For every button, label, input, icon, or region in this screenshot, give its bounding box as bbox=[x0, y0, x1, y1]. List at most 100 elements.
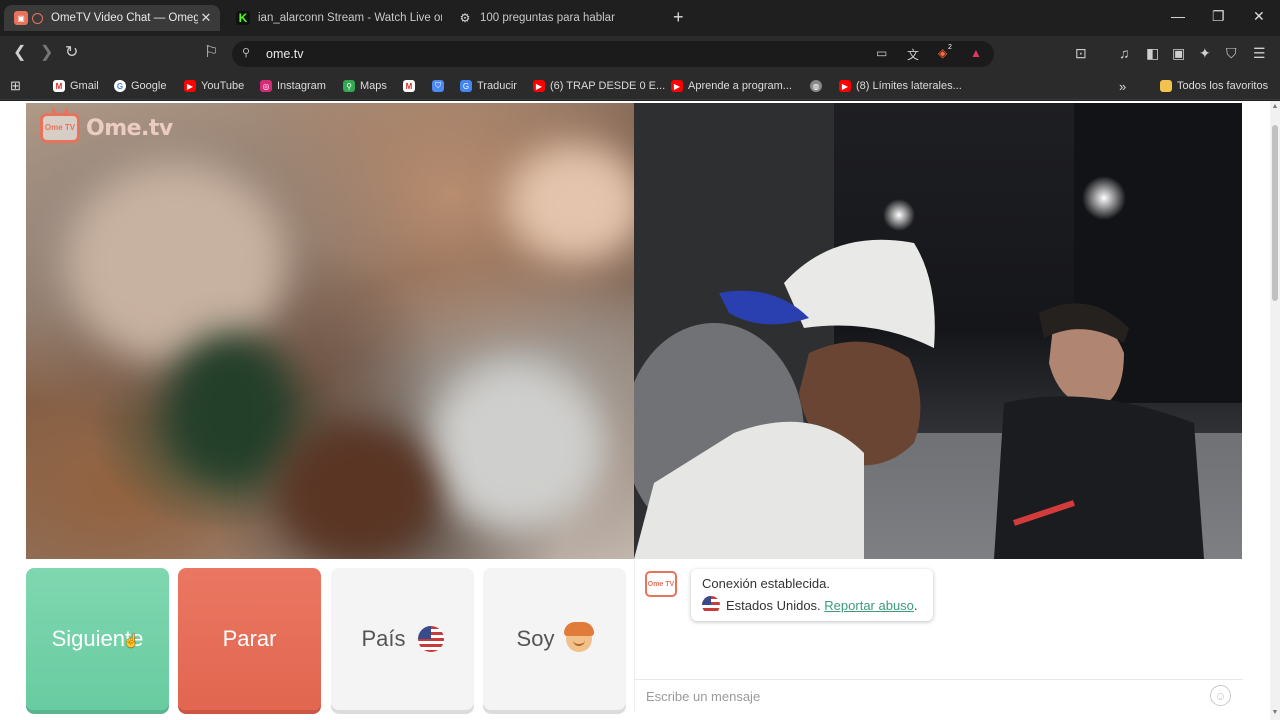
system-message: Conexión establecida. Estados Unidos. Re… bbox=[691, 569, 933, 621]
back-icon[interactable]: ❮ bbox=[13, 44, 26, 62]
page-scrollbar[interactable]: ▲ ▼ bbox=[1270, 101, 1280, 720]
tab-ometv[interactable]: ▣ OmeTV Video Chat — Omegl ✕ bbox=[4, 5, 220, 31]
cast-icon[interactable]: ▭ bbox=[876, 46, 887, 60]
kick-favicon: K bbox=[236, 11, 250, 25]
all-bookmarks[interactable]: Todos los favoritos bbox=[1160, 79, 1268, 93]
sidebar-icon[interactable]: ◧ bbox=[1146, 45, 1159, 62]
youtube-icon: ▶ bbox=[533, 80, 545, 92]
url-text[interactable]: ome.tv bbox=[266, 47, 304, 61]
shield-icon: ⛉ bbox=[432, 80, 444, 92]
browser-toolbar: ❮ ❯ ↻ ⚐ ⚲ ome.tv ▭ 文 ◈ 2 ▲ ⊡ ♫ ◧ ▣ ✦ ⛉ ☰ bbox=[0, 36, 1280, 72]
translate-icon[interactable]: 文 bbox=[907, 46, 919, 63]
ometv-favicon: ▣ bbox=[14, 11, 28, 25]
bookmark-gmail-2[interactable]: M bbox=[403, 79, 420, 93]
minimize-button[interactable]: — bbox=[1171, 8, 1185, 24]
light-glow bbox=[1082, 176, 1126, 220]
menu-icon[interactable]: ☰ bbox=[1253, 45, 1266, 62]
translate-icon: G bbox=[460, 80, 472, 92]
new-tab-button[interactable]: + bbox=[673, 8, 684, 26]
gender-label: Soy bbox=[516, 626, 555, 651]
reload-icon[interactable]: ↻ bbox=[65, 44, 78, 62]
ometv-chat-icon: Ome TV bbox=[645, 571, 677, 597]
tab-strip: ▣ OmeTV Video Chat — Omegl ✕ K ian_alarc… bbox=[0, 0, 1280, 36]
tab-kick-stream[interactable]: K ian_alarconn Stream - Watch Live on bbox=[226, 5, 442, 31]
site-settings-icon[interactable]: ⚲ bbox=[242, 46, 250, 59]
globe-icon: ◍ bbox=[810, 80, 822, 92]
remote-video bbox=[634, 103, 1242, 559]
scroll-down-icon[interactable]: ▼ bbox=[1271, 709, 1279, 716]
bookmark-maps[interactable]: ⚲ Maps bbox=[343, 79, 387, 93]
bookmark-limites[interactable]: ▶ (8) Límites laterales... bbox=[839, 79, 962, 93]
gmail-icon: M bbox=[403, 80, 415, 92]
tab-preguntas[interactable]: ⚙ 100 preguntas para hablar bbox=[448, 5, 664, 31]
bookmark-trap[interactable]: ▶ (6) TRAP DESDE 0 E... bbox=[533, 79, 665, 93]
next-button[interactable]: Siguiente bbox=[26, 568, 169, 710]
youtube-icon: ▶ bbox=[839, 80, 851, 92]
close-window-button[interactable]: ✕ bbox=[1253, 8, 1265, 25]
gender-select-button[interactable]: Soy bbox=[483, 568, 626, 710]
chatgpt-favicon: ⚙ bbox=[459, 11, 471, 25]
connection-status: Conexión establecida. bbox=[702, 576, 830, 591]
bookmark-instagram[interactable]: ◎ Instagram bbox=[260, 79, 326, 93]
local-video: Ome TV Ome.tv bbox=[26, 103, 634, 559]
shields-badge: 2 bbox=[948, 44, 952, 51]
light-glow bbox=[883, 199, 915, 231]
report-suffix: . bbox=[913, 597, 918, 613]
us-flag-icon bbox=[702, 596, 720, 614]
remote-video-frame bbox=[634, 103, 1242, 559]
mouse-pointer-icon: ☝ bbox=[123, 633, 140, 648]
blur-region bbox=[506, 143, 634, 263]
bookmark-shield[interactable]: ⛉ bbox=[432, 79, 449, 93]
apps-icon[interactable]: ⊞ bbox=[10, 78, 21, 93]
folder-icon bbox=[1160, 80, 1172, 92]
gmail-icon: M bbox=[53, 80, 65, 92]
bookmark-globe[interactable]: ◍ bbox=[810, 79, 827, 93]
bookmark-icon[interactable]: ⚐ bbox=[204, 44, 218, 62]
message-input[interactable]: Escribe un mensaje ☺ bbox=[635, 679, 1243, 711]
scroll-thumb[interactable] bbox=[1272, 125, 1278, 301]
brave-shields-icon[interactable]: ◈ bbox=[938, 46, 947, 60]
bookmark-google[interactable]: G Google bbox=[114, 79, 166, 93]
screenshot-icon[interactable]: ⊡ bbox=[1075, 45, 1087, 62]
us-flag-icon bbox=[417, 626, 444, 652]
logo-text: Ome.tv bbox=[86, 115, 173, 141]
emoji-icon[interactable]: ☺ bbox=[1210, 685, 1231, 706]
leo-ai-icon[interactable]: ✦ bbox=[1199, 45, 1211, 62]
stop-button[interactable]: Parar bbox=[178, 568, 321, 710]
youtube-icon: ▶ bbox=[671, 80, 683, 92]
bookmark-gmail[interactable]: M Gmail bbox=[53, 79, 99, 93]
blur-region bbox=[276, 423, 436, 559]
restore-button[interactable]: ❐ bbox=[1212, 8, 1225, 25]
close-tab-icon[interactable]: ✕ bbox=[198, 10, 214, 26]
bookmark-aprende[interactable]: ▶ Aprende a program... bbox=[671, 79, 792, 93]
bookmark-youtube[interactable]: ▶ YouTube bbox=[184, 79, 244, 93]
blur-region bbox=[66, 163, 286, 363]
tab-title: 100 preguntas para hablar bbox=[480, 12, 615, 24]
person-right-body bbox=[994, 396, 1204, 559]
ometv-logo[interactable]: Ome TV Ome.tv bbox=[40, 113, 173, 143]
country-filter-button[interactable]: País bbox=[331, 568, 474, 710]
bookmarks-overflow-button[interactable]: » bbox=[1119, 79, 1126, 94]
instagram-icon: ◎ bbox=[260, 80, 272, 92]
bookmark-traducir[interactable]: G Traducir bbox=[460, 79, 517, 93]
bookmarks-bar: ⊞ M Gmail G Google ▶ YouTube ◎ Instagram ⚲ Ma… bbox=[0, 72, 1280, 100]
vpn-icon[interactable]: ⛉ bbox=[1226, 45, 1237, 62]
tab-title: ian_alarconn Stream - Watch Live on bbox=[258, 12, 442, 24]
stop-label: Parar bbox=[222, 626, 277, 651]
country-label: País bbox=[361, 626, 406, 651]
blur-region bbox=[426, 363, 606, 533]
blur-region bbox=[166, 333, 296, 483]
brave-rewards-icon[interactable]: ▲ bbox=[970, 46, 982, 60]
stranger-country: Estados Unidos. bbox=[726, 597, 821, 613]
address-bar[interactable]: ⚲ ome.tv ▭ 文 ◈ 2 ▲ bbox=[232, 41, 994, 67]
forward-icon[interactable]: ❯ bbox=[40, 44, 53, 62]
youtube-icon: ▶ bbox=[184, 80, 196, 92]
report-abuse-link[interactable]: Reportar abuso bbox=[824, 598, 914, 613]
google-icon: G bbox=[114, 80, 126, 92]
scroll-up-icon[interactable]: ▲ bbox=[1271, 103, 1279, 110]
wallet-icon[interactable]: ▣ bbox=[1172, 45, 1185, 62]
boy-avatar-icon bbox=[564, 622, 595, 652]
tv-logo-icon: Ome TV bbox=[40, 113, 80, 143]
music-icon[interactable]: ♫ bbox=[1119, 45, 1130, 61]
chat-panel: Ome TV Conexión establecida. Estados Uni… bbox=[634, 559, 1243, 711]
